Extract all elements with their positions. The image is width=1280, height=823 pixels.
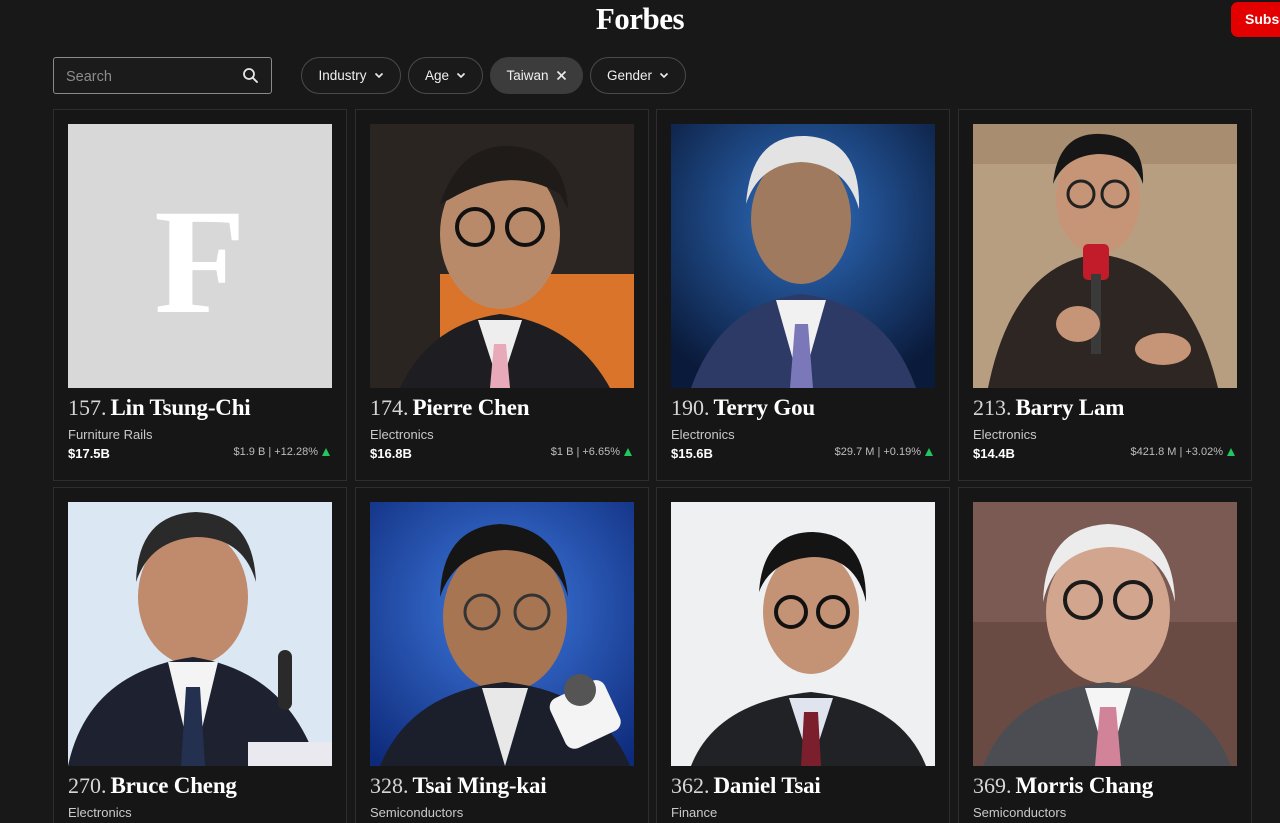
chevron-down-icon <box>374 72 383 79</box>
subscribe-button[interactable]: Subsc <box>1231 2 1280 37</box>
forbes-logo[interactable]: Forbes <box>0 0 1280 38</box>
person-net-worth: $16.8B <box>370 446 412 461</box>
net-worth-change-text: $1.9 B | +12.28% <box>233 446 318 458</box>
person-name[interactable]: Tsai Ming-kai <box>413 773 547 798</box>
person-card[interactable]: 213. Barry Lam Electronics $14.4B $421.8… <box>958 109 1252 481</box>
person-card[interactable]: 174. Pierre Chen Electronics $16.8B $1 B… <box>355 109 649 481</box>
person-industry: Semiconductors <box>973 805 1067 820</box>
person-name[interactable]: Bruce Cheng <box>111 773 237 798</box>
chevron-down-icon <box>659 72 669 79</box>
person-rank: 157. <box>68 395 107 420</box>
person-industry: Electronics <box>68 805 132 820</box>
net-worth-change-text: $29.7 M | +0.19% <box>834 446 921 458</box>
person-title[interactable]: 190. Terry Gou <box>671 393 815 426</box>
person-industry: Electronics <box>973 427 1037 442</box>
person-net-worth: $14.4B <box>973 446 1015 461</box>
person-name[interactable]: Barry Lam <box>1016 395 1125 420</box>
person-title[interactable]: 157. Lin Tsung-Chi <box>68 393 251 426</box>
close-icon[interactable] <box>556 70 567 81</box>
person-rank: 190. <box>671 395 710 420</box>
net-worth-change: $29.7 M | +0.19% <box>835 446 933 458</box>
person-photo[interactable] <box>68 502 332 766</box>
forbes-placeholder-photo[interactable]: F <box>68 124 332 388</box>
person-industry: Electronics <box>370 427 434 442</box>
person-photo[interactable] <box>370 502 634 766</box>
person-card[interactable]: 328. Tsai Ming-kai Semiconductors <box>355 487 649 823</box>
person-card[interactable]: 362. Daniel Tsai Finance <box>656 487 950 823</box>
person-photo[interactable] <box>370 124 634 388</box>
search-icon[interactable] <box>242 67 259 84</box>
person-rank: 213. <box>973 395 1012 420</box>
net-worth-change: $1.9 B | +12.28% <box>233 446 330 458</box>
person-card[interactable]: 270. Bruce Cheng Electronics <box>53 487 347 823</box>
person-title[interactable]: 174. Pierre Chen <box>370 393 530 426</box>
trend-up-icon <box>925 448 933 456</box>
person-card[interactable]: F 157. Lin Tsung-Chi Furniture Rails $17… <box>53 109 347 481</box>
person-photo[interactable] <box>973 502 1237 766</box>
person-photo[interactable] <box>671 502 935 766</box>
net-worth-change: $1 B | +6.65% <box>551 446 632 458</box>
trend-up-icon <box>322 448 330 456</box>
age-filter-label: Age <box>424 68 450 83</box>
net-worth-change-text: $421.8 M | +3.02% <box>1130 446 1223 458</box>
forbes-list-page: Forbes Subsc Industry Age Taiwan Gender <box>0 0 1280 823</box>
person-name[interactable]: Daniel Tsai <box>714 773 821 798</box>
person-name[interactable]: Morris Chang <box>1016 773 1154 798</box>
person-title[interactable]: 362. Daniel Tsai <box>671 771 821 804</box>
person-industry: Electronics <box>671 427 735 442</box>
net-worth-change: $421.8 M | +3.02% <box>1131 446 1235 458</box>
person-rank: 174. <box>370 395 409 420</box>
person-industry: Semiconductors <box>370 805 464 820</box>
person-title[interactable]: 328. Tsai Ming-kai <box>370 771 547 804</box>
gender-filter-label: Gender <box>606 68 653 83</box>
forbes-f-logo: F <box>154 179 246 345</box>
search-input[interactable] <box>54 58 248 95</box>
person-net-worth: $17.5B <box>68 446 110 461</box>
person-rank: 328. <box>370 773 409 798</box>
person-title[interactable]: 213. Barry Lam <box>973 393 1124 426</box>
gender-filter[interactable]: Gender <box>590 57 686 94</box>
net-worth-change-text: $1 B | +6.65% <box>550 446 620 458</box>
person-rank: 369. <box>973 773 1012 798</box>
age-filter[interactable]: Age <box>408 57 483 94</box>
country-filter-active[interactable]: Taiwan <box>490 57 583 94</box>
person-photo[interactable] <box>671 124 935 388</box>
trend-up-icon <box>1227 448 1235 456</box>
person-net-worth: $15.6B <box>671 446 713 461</box>
person-title[interactable]: 270. Bruce Cheng <box>68 771 237 804</box>
person-title[interactable]: 369. Morris Chang <box>973 771 1153 804</box>
person-name[interactable]: Terry Gou <box>714 395 816 420</box>
person-card[interactable]: 190. Terry Gou Electronics $15.6B $29.7 … <box>656 109 950 481</box>
person-photo[interactable] <box>973 124 1237 388</box>
industry-filter-label: Industry <box>318 68 367 83</box>
person-industry: Finance <box>671 805 718 820</box>
trend-up-icon <box>624 448 632 456</box>
industry-filter[interactable]: Industry <box>301 57 401 94</box>
person-rank: 362. <box>671 773 710 798</box>
person-name[interactable]: Lin Tsung-Chi <box>111 395 251 420</box>
search-box[interactable] <box>53 57 272 95</box>
person-name[interactable]: Pierre Chen <box>413 395 530 420</box>
person-card[interactable]: 369. Morris Chang Semiconductors <box>958 487 1252 823</box>
person-rank: 270. <box>68 773 107 798</box>
country-filter-label: Taiwan <box>506 68 549 83</box>
person-industry: Furniture Rails <box>68 427 153 442</box>
chevron-down-icon <box>456 72 466 79</box>
